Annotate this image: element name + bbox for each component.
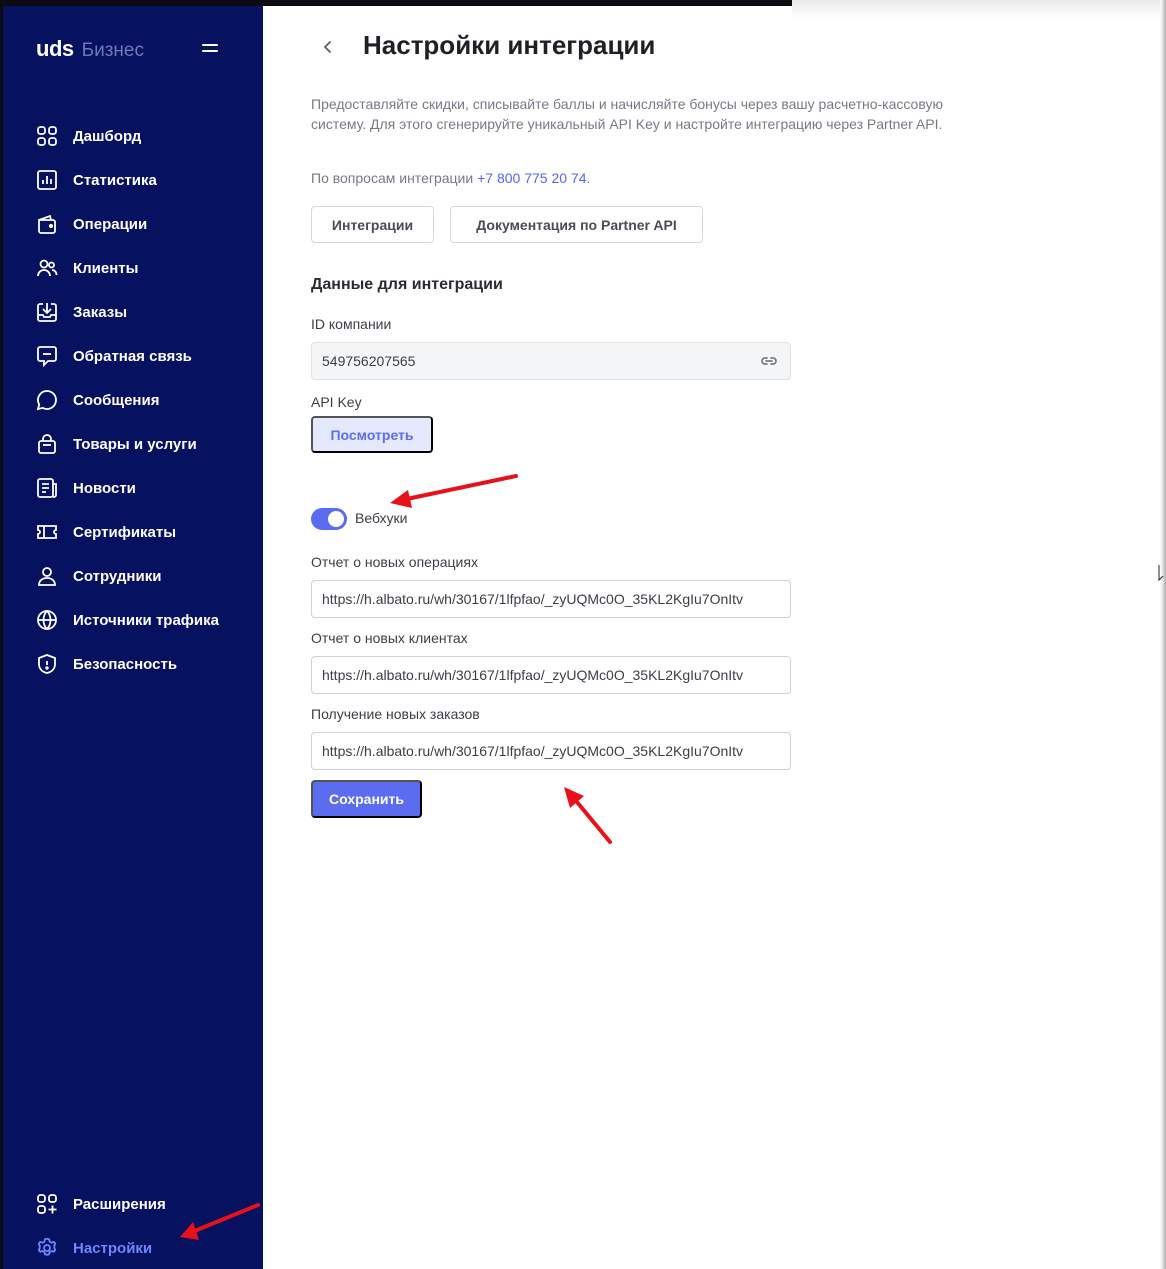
bar-chart-icon bbox=[36, 169, 58, 191]
sidebar-item-feedback[interactable]: Обратная связь bbox=[3, 334, 263, 378]
company-id-field[interactable]: 549756207565 bbox=[311, 342, 791, 380]
wallet-icon bbox=[36, 213, 58, 235]
globe-icon bbox=[36, 609, 58, 631]
webhook-orders-value: https://h.albato.ru/wh/30167/1lfpfao/_zy… bbox=[322, 743, 744, 759]
sidebar-nav: Дашборд Статистика Операции Клиенты Зака… bbox=[3, 114, 263, 686]
sidebar-item-label: Новости bbox=[73, 479, 136, 497]
integrations-button[interactable]: Интеграции bbox=[311, 206, 434, 243]
sidebar-item-employees[interactable]: Сотрудники bbox=[3, 554, 263, 598]
sidebar-item-label: Настройки bbox=[73, 1239, 153, 1257]
logo-brand: uds bbox=[36, 36, 74, 61]
copy-link-icon[interactable] bbox=[758, 350, 780, 372]
chat-bubble-icon bbox=[36, 389, 58, 411]
sidebar-item-label: Операции bbox=[73, 215, 148, 233]
company-id-value: 549756207565 bbox=[322, 353, 416, 369]
page-title: Настройки интеграции bbox=[363, 30, 656, 60]
sidebar-item-certificates[interactable]: Сертификаты bbox=[3, 510, 263, 554]
sidebar-item-label: Обратная связь bbox=[73, 347, 192, 365]
support-prefix: По вопросам интеграции bbox=[311, 170, 474, 186]
sidebar-item-extensions[interactable]: Расширения bbox=[3, 1182, 263, 1226]
sidebar-item-security[interactable]: Безопасность bbox=[3, 642, 263, 686]
bag-icon bbox=[36, 433, 58, 455]
sidebar-item-news[interactable]: Новости bbox=[3, 466, 263, 510]
view-api-key-button[interactable]: Посмотреть bbox=[311, 416, 433, 453]
webhook-clients-input[interactable]: https://h.albato.ru/wh/30167/1lfpfao/_zy… bbox=[311, 656, 791, 694]
sidebar-item-label: Товары и услуги bbox=[73, 435, 197, 453]
sidebar-item-label: Сообщения bbox=[73, 391, 160, 409]
webhook-orders-input[interactable]: https://h.albato.ru/wh/30167/1lfpfao/_zy… bbox=[311, 732, 791, 770]
sidebar-item-label: Расширения bbox=[73, 1195, 166, 1213]
sidebar-item-statistics[interactable]: Статистика bbox=[3, 158, 263, 202]
sidebar-item-label: Дашборд bbox=[73, 127, 142, 145]
window-frame-right bbox=[1160, 0, 1166, 1269]
save-button[interactable]: Сохранить bbox=[311, 780, 422, 818]
shield-icon bbox=[36, 653, 58, 675]
webhook-clients-label: Отчет о новых клиентах bbox=[311, 630, 468, 646]
partner-api-docs-button[interactable]: Документация по Partner API bbox=[450, 206, 703, 243]
users-icon bbox=[36, 257, 58, 279]
sidebar-item-label: Клиенты bbox=[73, 259, 139, 277]
extensions-icon bbox=[36, 1193, 58, 1215]
webhook-clients-value: https://h.albato.ru/wh/30167/1lfpfao/_zy… bbox=[322, 667, 744, 683]
webhook-operations-label: Отчет о новых операциях bbox=[311, 554, 478, 570]
webhook-operations-input[interactable]: https://h.albato.ru/wh/30167/1lfpfao/_zy… bbox=[311, 580, 791, 618]
ticket-icon bbox=[36, 521, 58, 543]
sidebar-item-messages[interactable]: Сообщения bbox=[3, 378, 263, 422]
api-key-label: API Key bbox=[311, 394, 362, 410]
page-description: Предоставляйте скидки, списывайте баллы … bbox=[311, 96, 943, 132]
sidebar-item-label: Заказы bbox=[73, 303, 128, 321]
webhook-operations-value: https://h.albato.ru/wh/30167/1lfpfao/_zy… bbox=[322, 591, 744, 607]
support-suffix: . bbox=[586, 170, 591, 186]
sidebar: uds Бизнес Дашборд Статистика Операции К… bbox=[3, 6, 263, 1269]
sidebar-item-traffic-sources[interactable]: Источники трафика bbox=[3, 598, 263, 642]
chat-square-icon bbox=[36, 345, 58, 367]
sidebar-item-label: Безопасность bbox=[73, 655, 178, 673]
sidebar-item-label: Сотрудники bbox=[73, 567, 162, 585]
news-icon bbox=[36, 477, 58, 499]
sidebar-item-label: Статистика bbox=[73, 171, 157, 189]
company-id-label: ID компании bbox=[311, 316, 392, 332]
support-line: По вопросам интеграции +7 800 775 20 74. bbox=[311, 170, 590, 186]
sidebar-item-dashboard[interactable]: Дашборд bbox=[3, 114, 263, 158]
back-chevron-icon[interactable] bbox=[318, 36, 338, 58]
support-phone-link[interactable]: +7 800 775 20 74 bbox=[477, 170, 586, 186]
sidebar-item-products[interactable]: Товары и услуги bbox=[3, 422, 263, 466]
sidebar-item-label: Источники трафика bbox=[73, 611, 219, 629]
menu-collapse-icon[interactable] bbox=[202, 42, 220, 54]
toggle-knob bbox=[328, 511, 344, 527]
sidebar-item-operations[interactable]: Операции bbox=[3, 202, 263, 246]
dashboard-icon bbox=[36, 125, 58, 147]
logo-suffix: Бизнес bbox=[81, 40, 144, 61]
gear-icon bbox=[36, 1237, 58, 1259]
webhook-orders-label: Получение новых заказов bbox=[311, 706, 480, 722]
webhooks-toggle-label: Вебхуки bbox=[355, 510, 408, 526]
person-icon bbox=[36, 565, 58, 587]
webhooks-toggle[interactable] bbox=[311, 508, 347, 530]
sidebar-item-settings[interactable]: Настройки bbox=[3, 1226, 263, 1269]
sidebar-item-clients[interactable]: Клиенты bbox=[3, 246, 263, 290]
main-content: Настройки интеграции Предоставляйте скид… bbox=[263, 6, 1160, 1269]
sidebar-item-label: Сертификаты bbox=[73, 523, 177, 541]
section-title: Данные для интеграции bbox=[311, 276, 503, 293]
download-box-icon bbox=[36, 301, 58, 323]
mouse-cursor-icon bbox=[1158, 565, 1164, 582]
logo[interactable]: uds Бизнес bbox=[36, 36, 144, 62]
sidebar-item-orders[interactable]: Заказы bbox=[3, 290, 263, 334]
sidebar-bottom-nav: Расширения Настройки bbox=[3, 1182, 263, 1269]
